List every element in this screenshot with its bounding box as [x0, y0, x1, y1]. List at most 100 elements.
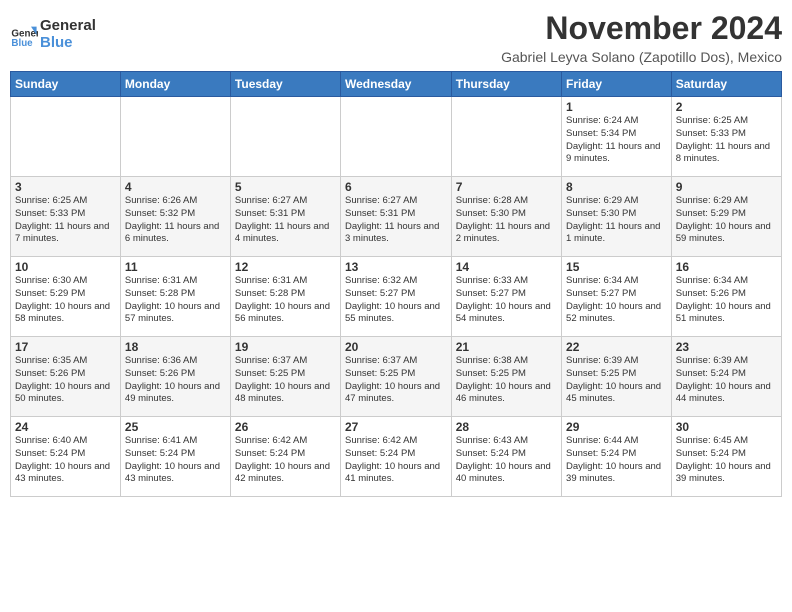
calendar-cell	[230, 97, 340, 177]
calendar-cell: 27Sunrise: 6:42 AM Sunset: 5:24 PM Dayli…	[341, 417, 452, 497]
day-info: Sunrise: 6:43 AM Sunset: 5:24 PM Dayligh…	[456, 435, 557, 486]
day-info: Sunrise: 6:29 AM Sunset: 5:29 PM Dayligh…	[676, 195, 777, 246]
calendar-cell: 14Sunrise: 6:33 AM Sunset: 5:27 PM Dayli…	[451, 257, 561, 337]
calendar-cell: 1Sunrise: 6:24 AM Sunset: 5:34 PM Daylig…	[562, 97, 672, 177]
calendar-week-2: 3Sunrise: 6:25 AM Sunset: 5:33 PM Daylig…	[11, 177, 782, 257]
day-number: 15	[566, 260, 667, 274]
calendar-cell: 5Sunrise: 6:27 AM Sunset: 5:31 PM Daylig…	[230, 177, 340, 257]
title-block: November 2024 Gabriel Leyva Solano (Zapo…	[501, 10, 782, 65]
day-info: Sunrise: 6:44 AM Sunset: 5:24 PM Dayligh…	[566, 435, 667, 486]
day-number: 13	[345, 260, 447, 274]
calendar-cell: 12Sunrise: 6:31 AM Sunset: 5:28 PM Dayli…	[230, 257, 340, 337]
calendar-cell: 11Sunrise: 6:31 AM Sunset: 5:28 PM Dayli…	[120, 257, 230, 337]
day-number: 2	[676, 100, 777, 114]
day-info: Sunrise: 6:24 AM Sunset: 5:34 PM Dayligh…	[566, 115, 667, 166]
weekday-header-wednesday: Wednesday	[341, 72, 452, 97]
day-info: Sunrise: 6:26 AM Sunset: 5:32 PM Dayligh…	[125, 195, 226, 246]
day-number: 14	[456, 260, 557, 274]
day-info: Sunrise: 6:40 AM Sunset: 5:24 PM Dayligh…	[15, 435, 116, 486]
day-number: 30	[676, 420, 777, 434]
day-info: Sunrise: 6:42 AM Sunset: 5:24 PM Dayligh…	[345, 435, 447, 486]
day-number: 23	[676, 340, 777, 354]
calendar-week-1: 1Sunrise: 6:24 AM Sunset: 5:34 PM Daylig…	[11, 97, 782, 177]
day-info: Sunrise: 6:37 AM Sunset: 5:25 PM Dayligh…	[235, 355, 336, 406]
day-info: Sunrise: 6:27 AM Sunset: 5:31 PM Dayligh…	[345, 195, 447, 246]
day-number: 24	[15, 420, 116, 434]
weekday-header-tuesday: Tuesday	[230, 72, 340, 97]
calendar-week-5: 24Sunrise: 6:40 AM Sunset: 5:24 PM Dayli…	[11, 417, 782, 497]
day-number: 17	[15, 340, 116, 354]
day-info: Sunrise: 6:39 AM Sunset: 5:25 PM Dayligh…	[566, 355, 667, 406]
calendar-cell: 28Sunrise: 6:43 AM Sunset: 5:24 PM Dayli…	[451, 417, 561, 497]
day-number: 12	[235, 260, 336, 274]
day-number: 1	[566, 100, 667, 114]
calendar-cell	[11, 97, 121, 177]
day-info: Sunrise: 6:28 AM Sunset: 5:30 PM Dayligh…	[456, 195, 557, 246]
weekday-header-saturday: Saturday	[671, 72, 781, 97]
day-number: 11	[125, 260, 226, 274]
svg-text:Blue: Blue	[11, 38, 33, 49]
day-number: 29	[566, 420, 667, 434]
day-number: 20	[345, 340, 447, 354]
day-info: Sunrise: 6:39 AM Sunset: 5:24 PM Dayligh…	[676, 355, 777, 406]
calendar-cell: 25Sunrise: 6:41 AM Sunset: 5:24 PM Dayli…	[120, 417, 230, 497]
weekday-header-monday: Monday	[120, 72, 230, 97]
day-info: Sunrise: 6:34 AM Sunset: 5:27 PM Dayligh…	[566, 275, 667, 326]
day-info: Sunrise: 6:31 AM Sunset: 5:28 PM Dayligh…	[125, 275, 226, 326]
day-number: 21	[456, 340, 557, 354]
weekday-header-row: SundayMondayTuesdayWednesdayThursdayFrid…	[11, 72, 782, 97]
calendar-cell: 29Sunrise: 6:44 AM Sunset: 5:24 PM Dayli…	[562, 417, 672, 497]
day-number: 8	[566, 180, 667, 194]
day-number: 4	[125, 180, 226, 194]
calendar-cell	[341, 97, 452, 177]
calendar-table: SundayMondayTuesdayWednesdayThursdayFrid…	[10, 71, 782, 497]
day-info: Sunrise: 6:45 AM Sunset: 5:24 PM Dayligh…	[676, 435, 777, 486]
day-number: 10	[15, 260, 116, 274]
calendar-cell: 23Sunrise: 6:39 AM Sunset: 5:24 PM Dayli…	[671, 337, 781, 417]
day-info: Sunrise: 6:36 AM Sunset: 5:26 PM Dayligh…	[125, 355, 226, 406]
day-number: 19	[235, 340, 336, 354]
calendar-cell: 21Sunrise: 6:38 AM Sunset: 5:25 PM Dayli…	[451, 337, 561, 417]
page-header: General Blue General Blue November 2024 …	[10, 10, 782, 65]
calendar-cell	[451, 97, 561, 177]
calendar-cell: 19Sunrise: 6:37 AM Sunset: 5:25 PM Dayli…	[230, 337, 340, 417]
day-number: 18	[125, 340, 226, 354]
day-info: Sunrise: 6:25 AM Sunset: 5:33 PM Dayligh…	[15, 195, 116, 246]
calendar-cell: 4Sunrise: 6:26 AM Sunset: 5:32 PM Daylig…	[120, 177, 230, 257]
calendar-cell: 16Sunrise: 6:34 AM Sunset: 5:26 PM Dayli…	[671, 257, 781, 337]
logo-line1: General	[40, 18, 96, 35]
day-number: 7	[456, 180, 557, 194]
calendar-cell: 10Sunrise: 6:30 AM Sunset: 5:29 PM Dayli…	[11, 257, 121, 337]
calendar-cell: 8Sunrise: 6:29 AM Sunset: 5:30 PM Daylig…	[562, 177, 672, 257]
weekday-header-thursday: Thursday	[451, 72, 561, 97]
day-number: 25	[125, 420, 226, 434]
day-info: Sunrise: 6:34 AM Sunset: 5:26 PM Dayligh…	[676, 275, 777, 326]
day-number: 28	[456, 420, 557, 434]
weekday-header-sunday: Sunday	[11, 72, 121, 97]
day-info: Sunrise: 6:25 AM Sunset: 5:33 PM Dayligh…	[676, 115, 777, 166]
calendar-week-4: 17Sunrise: 6:35 AM Sunset: 5:26 PM Dayli…	[11, 337, 782, 417]
calendar-cell: 6Sunrise: 6:27 AM Sunset: 5:31 PM Daylig…	[341, 177, 452, 257]
calendar-cell: 22Sunrise: 6:39 AM Sunset: 5:25 PM Dayli…	[562, 337, 672, 417]
day-info: Sunrise: 6:31 AM Sunset: 5:28 PM Dayligh…	[235, 275, 336, 326]
day-info: Sunrise: 6:35 AM Sunset: 5:26 PM Dayligh…	[15, 355, 116, 406]
day-info: Sunrise: 6:29 AM Sunset: 5:30 PM Dayligh…	[566, 195, 667, 246]
day-info: Sunrise: 6:30 AM Sunset: 5:29 PM Dayligh…	[15, 275, 116, 326]
day-number: 22	[566, 340, 667, 354]
calendar-cell: 2Sunrise: 6:25 AM Sunset: 5:33 PM Daylig…	[671, 97, 781, 177]
calendar-cell: 15Sunrise: 6:34 AM Sunset: 5:27 PM Dayli…	[562, 257, 672, 337]
logo-line2: Blue	[40, 35, 96, 52]
calendar-cell: 30Sunrise: 6:45 AM Sunset: 5:24 PM Dayli…	[671, 417, 781, 497]
calendar-cell: 20Sunrise: 6:37 AM Sunset: 5:25 PM Dayli…	[341, 337, 452, 417]
calendar-cell: 17Sunrise: 6:35 AM Sunset: 5:26 PM Dayli…	[11, 337, 121, 417]
day-number: 6	[345, 180, 447, 194]
day-info: Sunrise: 6:37 AM Sunset: 5:25 PM Dayligh…	[345, 355, 447, 406]
day-number: 5	[235, 180, 336, 194]
calendar-cell	[120, 97, 230, 177]
day-number: 9	[676, 180, 777, 194]
calendar-cell: 3Sunrise: 6:25 AM Sunset: 5:33 PM Daylig…	[11, 177, 121, 257]
calendar-cell: 7Sunrise: 6:28 AM Sunset: 5:30 PM Daylig…	[451, 177, 561, 257]
day-number: 27	[345, 420, 447, 434]
day-info: Sunrise: 6:27 AM Sunset: 5:31 PM Dayligh…	[235, 195, 336, 246]
location: Gabriel Leyva Solano (Zapotillo Dos), Me…	[501, 49, 782, 65]
